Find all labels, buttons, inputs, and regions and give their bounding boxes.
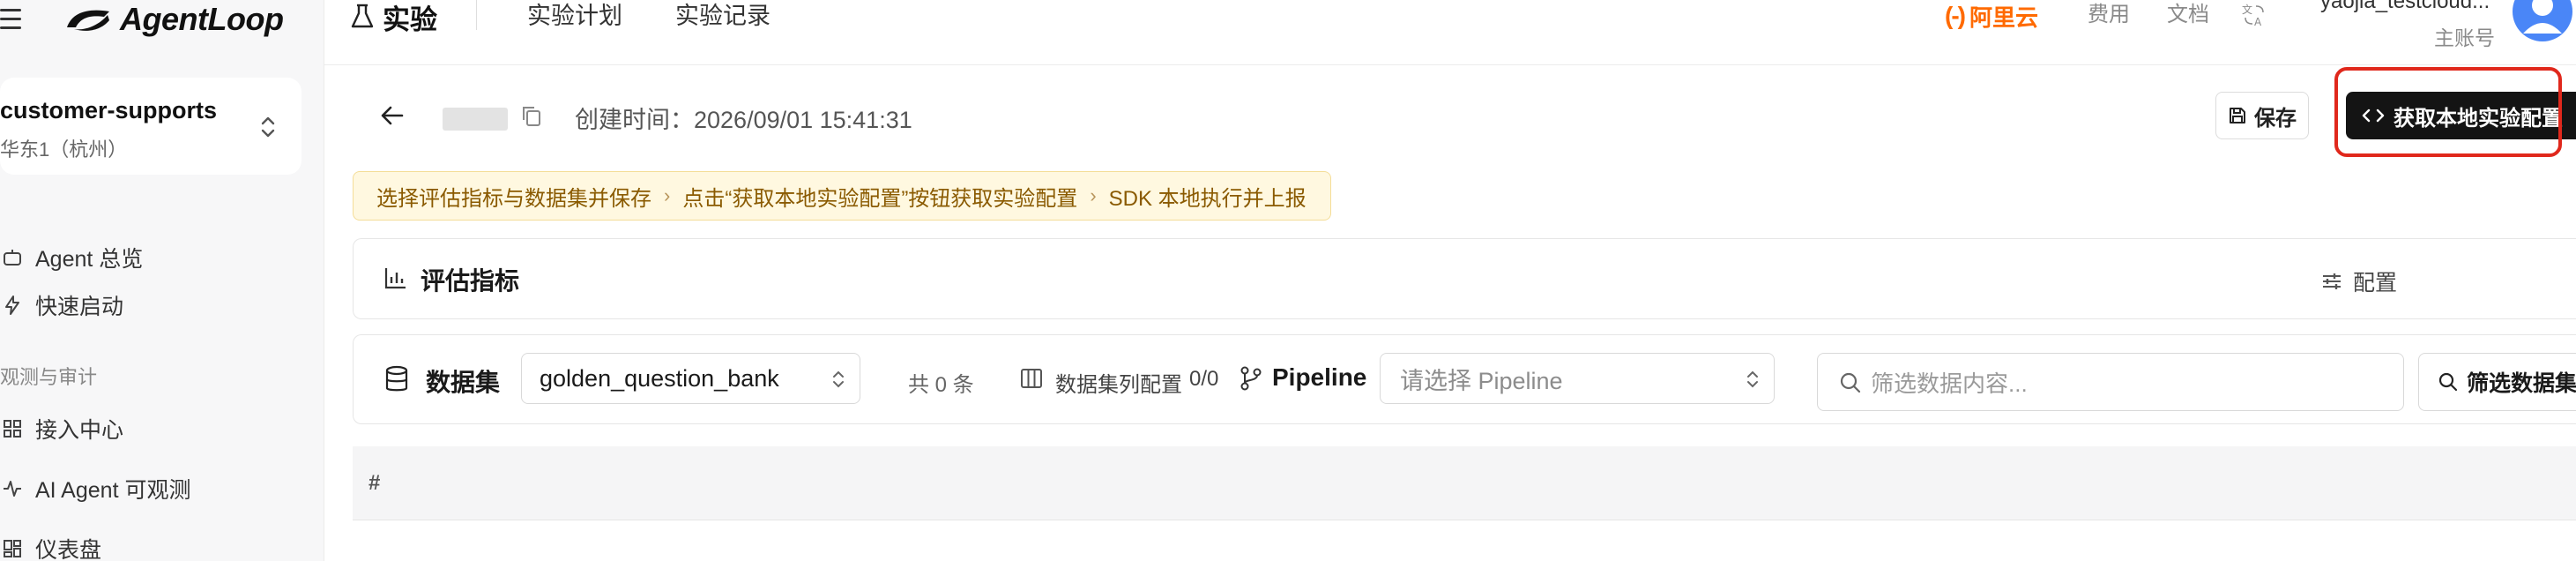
top-bar: 实验 实验计划 实验记录 (-) 阿里云 费用 文档 文 A yaojia_te… — [324, 0, 2576, 65]
database-icon — [385, 365, 408, 392]
workspace-region: 华东1（杭州） — [0, 138, 128, 161]
workspace-switcher[interactable]: customer-supports 华东1（杭州） — [0, 78, 302, 175]
menu-icon[interactable] — [0, 7, 23, 32]
divider — [476, 0, 477, 30]
save-icon — [2230, 108, 2245, 123]
chevron-updown-icon — [1747, 370, 1758, 388]
back-arrow-icon[interactable] — [379, 102, 406, 129]
chevron-right-icon: › — [1090, 184, 1097, 206]
dataset-label: 数据集 — [426, 369, 501, 396]
link-docs[interactable]: 文档 — [2167, 0, 2209, 32]
sidebar-item-label: 仪表盘 — [35, 538, 102, 561]
dataset-count: 共 0 条 — [908, 373, 974, 397]
bar-chart-icon — [384, 268, 406, 289]
app-logo-text: AgentLoop — [120, 1, 284, 37]
sidebar-section-observability: 观测与审计 — [0, 366, 98, 388]
annotation-highlight — [2334, 67, 2562, 157]
search-icon — [2438, 372, 2458, 392]
page-title-text: 实验 — [383, 4, 437, 35]
created-time-value: 2026/09/01 15:41:31 — [694, 107, 912, 133]
user-role: 主账号 — [2434, 26, 2495, 49]
svg-text:文: 文 — [2242, 3, 2252, 16]
sidebar-item-ai-agent-observability[interactable]: AI Agent 可观测 — [0, 471, 190, 506]
step-1: 选择评估指标与数据集并保存 — [376, 186, 651, 211]
sidebar-item-label: AI Agent 可观测 — [35, 478, 191, 503]
svg-text:A: A — [2254, 16, 2262, 28]
steps-guide: 选择评估指标与数据集并保存 › 点击“获取本地实验配置”按钮获取实验配置 › S… — [353, 171, 1331, 221]
flask-icon — [351, 4, 374, 28]
save-button-label: 保存 — [2254, 106, 2297, 131]
save-button[interactable]: 保存 — [2215, 92, 2309, 139]
language-icon[interactable]: 文 A — [2241, 2, 2267, 28]
sidebar-item-label: Agent 总览 — [35, 247, 144, 272]
pipeline-select[interactable]: 请选择 Pipeline — [1380, 353, 1775, 404]
dataset-columns-config[interactable]: 数据集列配置 — [1055, 367, 1182, 398]
sidebar-item-label: 快速启动 — [35, 295, 124, 319]
pulse-icon — [0, 476, 25, 501]
dataset-select-value: golden_question_bank — [540, 364, 779, 392]
app-logo[interactable]: AgentLoop — [63, 1, 284, 37]
step-3: SDK 本地执行并上报 — [1108, 186, 1307, 211]
dataset-columns-value: 0/0 — [1189, 367, 1219, 391]
tab-experiment-records[interactable]: 实验记录 — [675, 0, 771, 34]
chevron-updown-icon — [261, 116, 275, 138]
dataset-card: 数据集 golden_question_bank 共 0 条 数据集列配置 0/… — [353, 334, 2576, 424]
sidebar-item-quick-start[interactable]: 快速启动 — [0, 288, 123, 323]
filter-dataset-label: 筛选数据集 — [2466, 371, 2576, 396]
sidebar-item-integration[interactable]: 接入中心 — [0, 411, 123, 446]
step-2: 点击“获取本地实验配置”按钮获取实验配置 — [682, 186, 1078, 211]
sidebar: AgentLoop customer-supports 华东1（杭州） Agen… — [0, 0, 324, 561]
created-time-label: 创建时间： — [575, 107, 694, 133]
chevron-updown-icon — [833, 370, 844, 388]
aliyun-logo-text: 阿里云 — [1969, 4, 2038, 31]
workspace-name: customer-supports — [0, 97, 218, 123]
columns-icon[interactable] — [1020, 367, 1043, 390]
lightning-icon — [0, 293, 25, 318]
robot-icon — [0, 245, 25, 270]
tab-experiment-plan[interactable]: 实验计划 — [527, 0, 622, 34]
aliyun-mark-icon: (-) — [1945, 2, 1966, 29]
aliyun-logo[interactable]: (-) 阿里云 — [1945, 0, 2038, 32]
pipeline-select-placeholder: 请选择 Pipeline — [1400, 367, 1563, 394]
sidebar-item-dashboard[interactable]: 仪表盘 — [0, 531, 101, 561]
sliders-icon — [2323, 273, 2341, 289]
created-time: 创建时间：2026/09/01 15:41:31 — [575, 101, 912, 135]
sidebar-item-label: 接入中心 — [35, 418, 124, 443]
grid-icon — [0, 416, 25, 441]
dataset-select[interactable]: golden_question_bank — [521, 353, 860, 404]
dashboard-icon — [0, 536, 25, 561]
metrics-card: 评估指标 配置 — [353, 238, 2576, 319]
experiment-name-redacted — [443, 108, 508, 131]
table-header: # — [353, 446, 2576, 520]
filter-data-placeholder: 筛选数据内容... — [1871, 370, 2028, 397]
branch-icon — [1240, 366, 1262, 391]
chevron-right-icon: › — [664, 184, 671, 206]
search-icon — [1840, 372, 1861, 393]
link-billing[interactable]: 费用 — [2088, 0, 2130, 32]
copy-icon[interactable] — [520, 104, 543, 129]
column-header-index: # — [369, 471, 381, 495]
metrics-config-button[interactable]: 配置 — [2321, 266, 2397, 297]
filter-dataset-button[interactable]: 筛选数据集 — [2418, 353, 2576, 411]
page-title: 实验 — [351, 0, 437, 35]
user-name[interactable]: yaojia_testcloud... — [2320, 0, 2490, 14]
metrics-config-label: 配置 — [2353, 271, 2398, 295]
agentloop-logo-icon — [67, 10, 109, 31]
pipeline-label: Pipeline — [1272, 363, 1367, 391]
main-content: 创建时间：2026/09/01 15:41:31 保存 获取本地实验配置 选择评… — [324, 65, 2576, 561]
filter-data-input[interactable]: 筛选数据内容... — [1817, 353, 2404, 411]
avatar[interactable] — [2509, 0, 2576, 42]
metrics-title: 评估指标 — [421, 267, 520, 295]
sidebar-item-agent-overview[interactable]: Agent 总览 — [0, 240, 143, 275]
